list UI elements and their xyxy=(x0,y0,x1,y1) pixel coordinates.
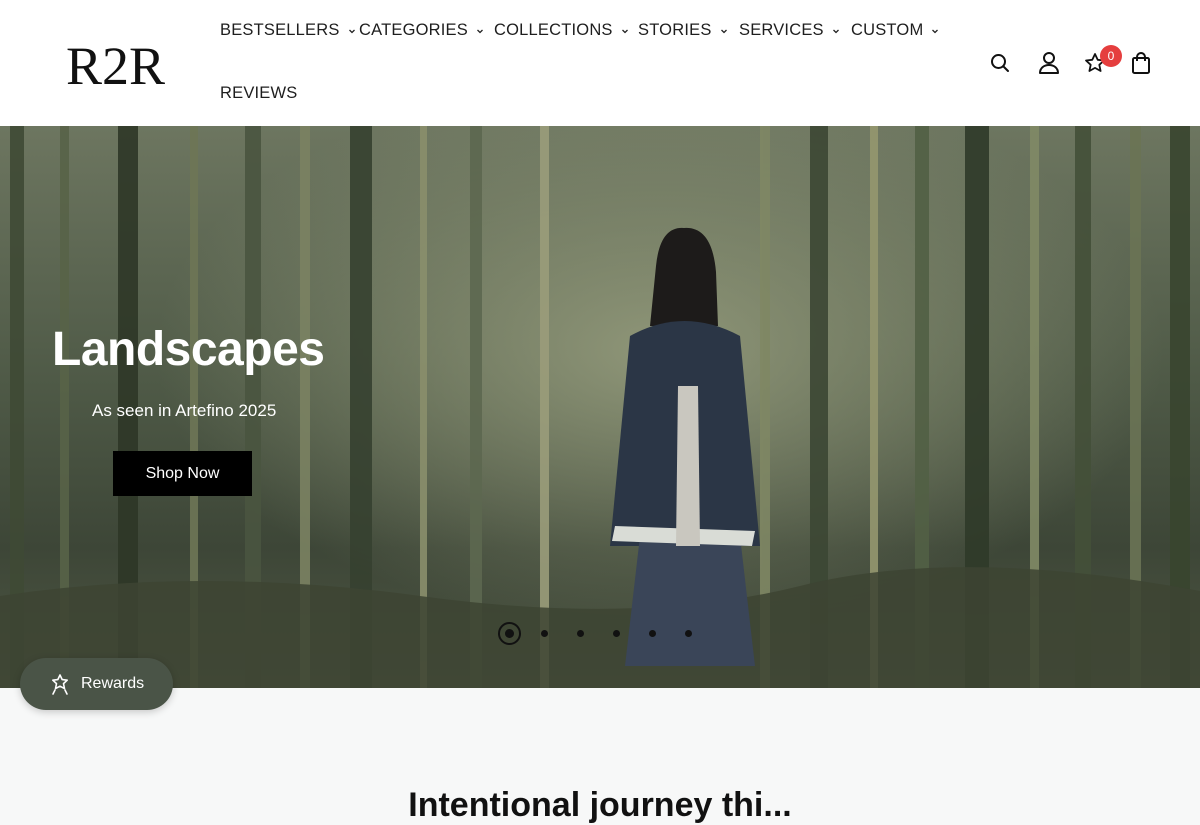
rewards-label: Rewards xyxy=(81,675,145,692)
nav-label: CUSTOM xyxy=(851,21,924,39)
nav-item-reviews[interactable]: REVIEWS xyxy=(220,84,298,103)
nav-item-stories[interactable]: STORIES xyxy=(638,21,729,40)
nav-label: REVIEWS xyxy=(220,84,298,102)
chevron-down-icon xyxy=(831,26,841,36)
nav-label: COLLECTIONS xyxy=(494,21,613,39)
user-icon xyxy=(1039,52,1059,74)
slider-pagination xyxy=(498,621,721,645)
chevron-down-icon xyxy=(620,26,630,36)
nav-label: SERVICES xyxy=(739,21,824,39)
search-icon xyxy=(991,54,1009,72)
chevron-down-icon xyxy=(930,26,940,36)
slider-dot-4[interactable] xyxy=(613,629,620,637)
hero-banner: Landscapes As seen in Artefino 2025 Shop… xyxy=(0,126,1200,688)
cart-button[interactable] xyxy=(1128,50,1154,76)
nav-label: BESTSELLERS xyxy=(220,21,340,39)
shopping-bag-icon xyxy=(1132,52,1150,74)
slider-dot-3[interactable] xyxy=(577,629,584,637)
shop-now-button[interactable]: Shop Now xyxy=(113,451,252,496)
gift-icon xyxy=(52,674,68,695)
nav-item-custom[interactable]: CUSTOM xyxy=(851,21,940,40)
account-button[interactable] xyxy=(1036,50,1062,76)
logo-text: R2R xyxy=(66,38,165,90)
chevron-down-icon xyxy=(347,26,357,36)
chevron-down-icon xyxy=(475,26,485,36)
nav-item-collections[interactable]: COLLECTIONS xyxy=(494,21,630,40)
nav-item-bestsellers[interactable]: BESTSELLERS xyxy=(220,21,357,40)
wishlist-count-badge: 0 xyxy=(1100,45,1122,67)
slider-dot-6[interactable] xyxy=(685,629,692,637)
hero-subtitle: As seen in Artefino 2025 xyxy=(92,401,277,420)
search-button[interactable] xyxy=(987,50,1013,76)
chevron-down-icon xyxy=(719,26,729,36)
brand-logo[interactable]: R2R xyxy=(66,36,178,96)
slider-dot-1[interactable] xyxy=(498,621,521,645)
nav-item-services[interactable]: SERVICES xyxy=(739,21,841,40)
nav-label: CATEGORIES xyxy=(359,21,468,39)
rewards-launcher-button[interactable]: Rewards xyxy=(20,658,173,710)
hero-title: Landscapes xyxy=(52,323,325,376)
nav-item-categories[interactable]: CATEGORIES xyxy=(359,21,485,40)
site-header: R2R BESTSELLERS CATEGORIES COLLECTIONS S… xyxy=(0,0,1200,126)
slider-dot-5[interactable] xyxy=(649,629,656,637)
section-heading: Intentional journey thi... xyxy=(408,786,792,824)
slider-dot-2[interactable] xyxy=(541,629,548,637)
nav-label: STORIES xyxy=(638,21,712,39)
